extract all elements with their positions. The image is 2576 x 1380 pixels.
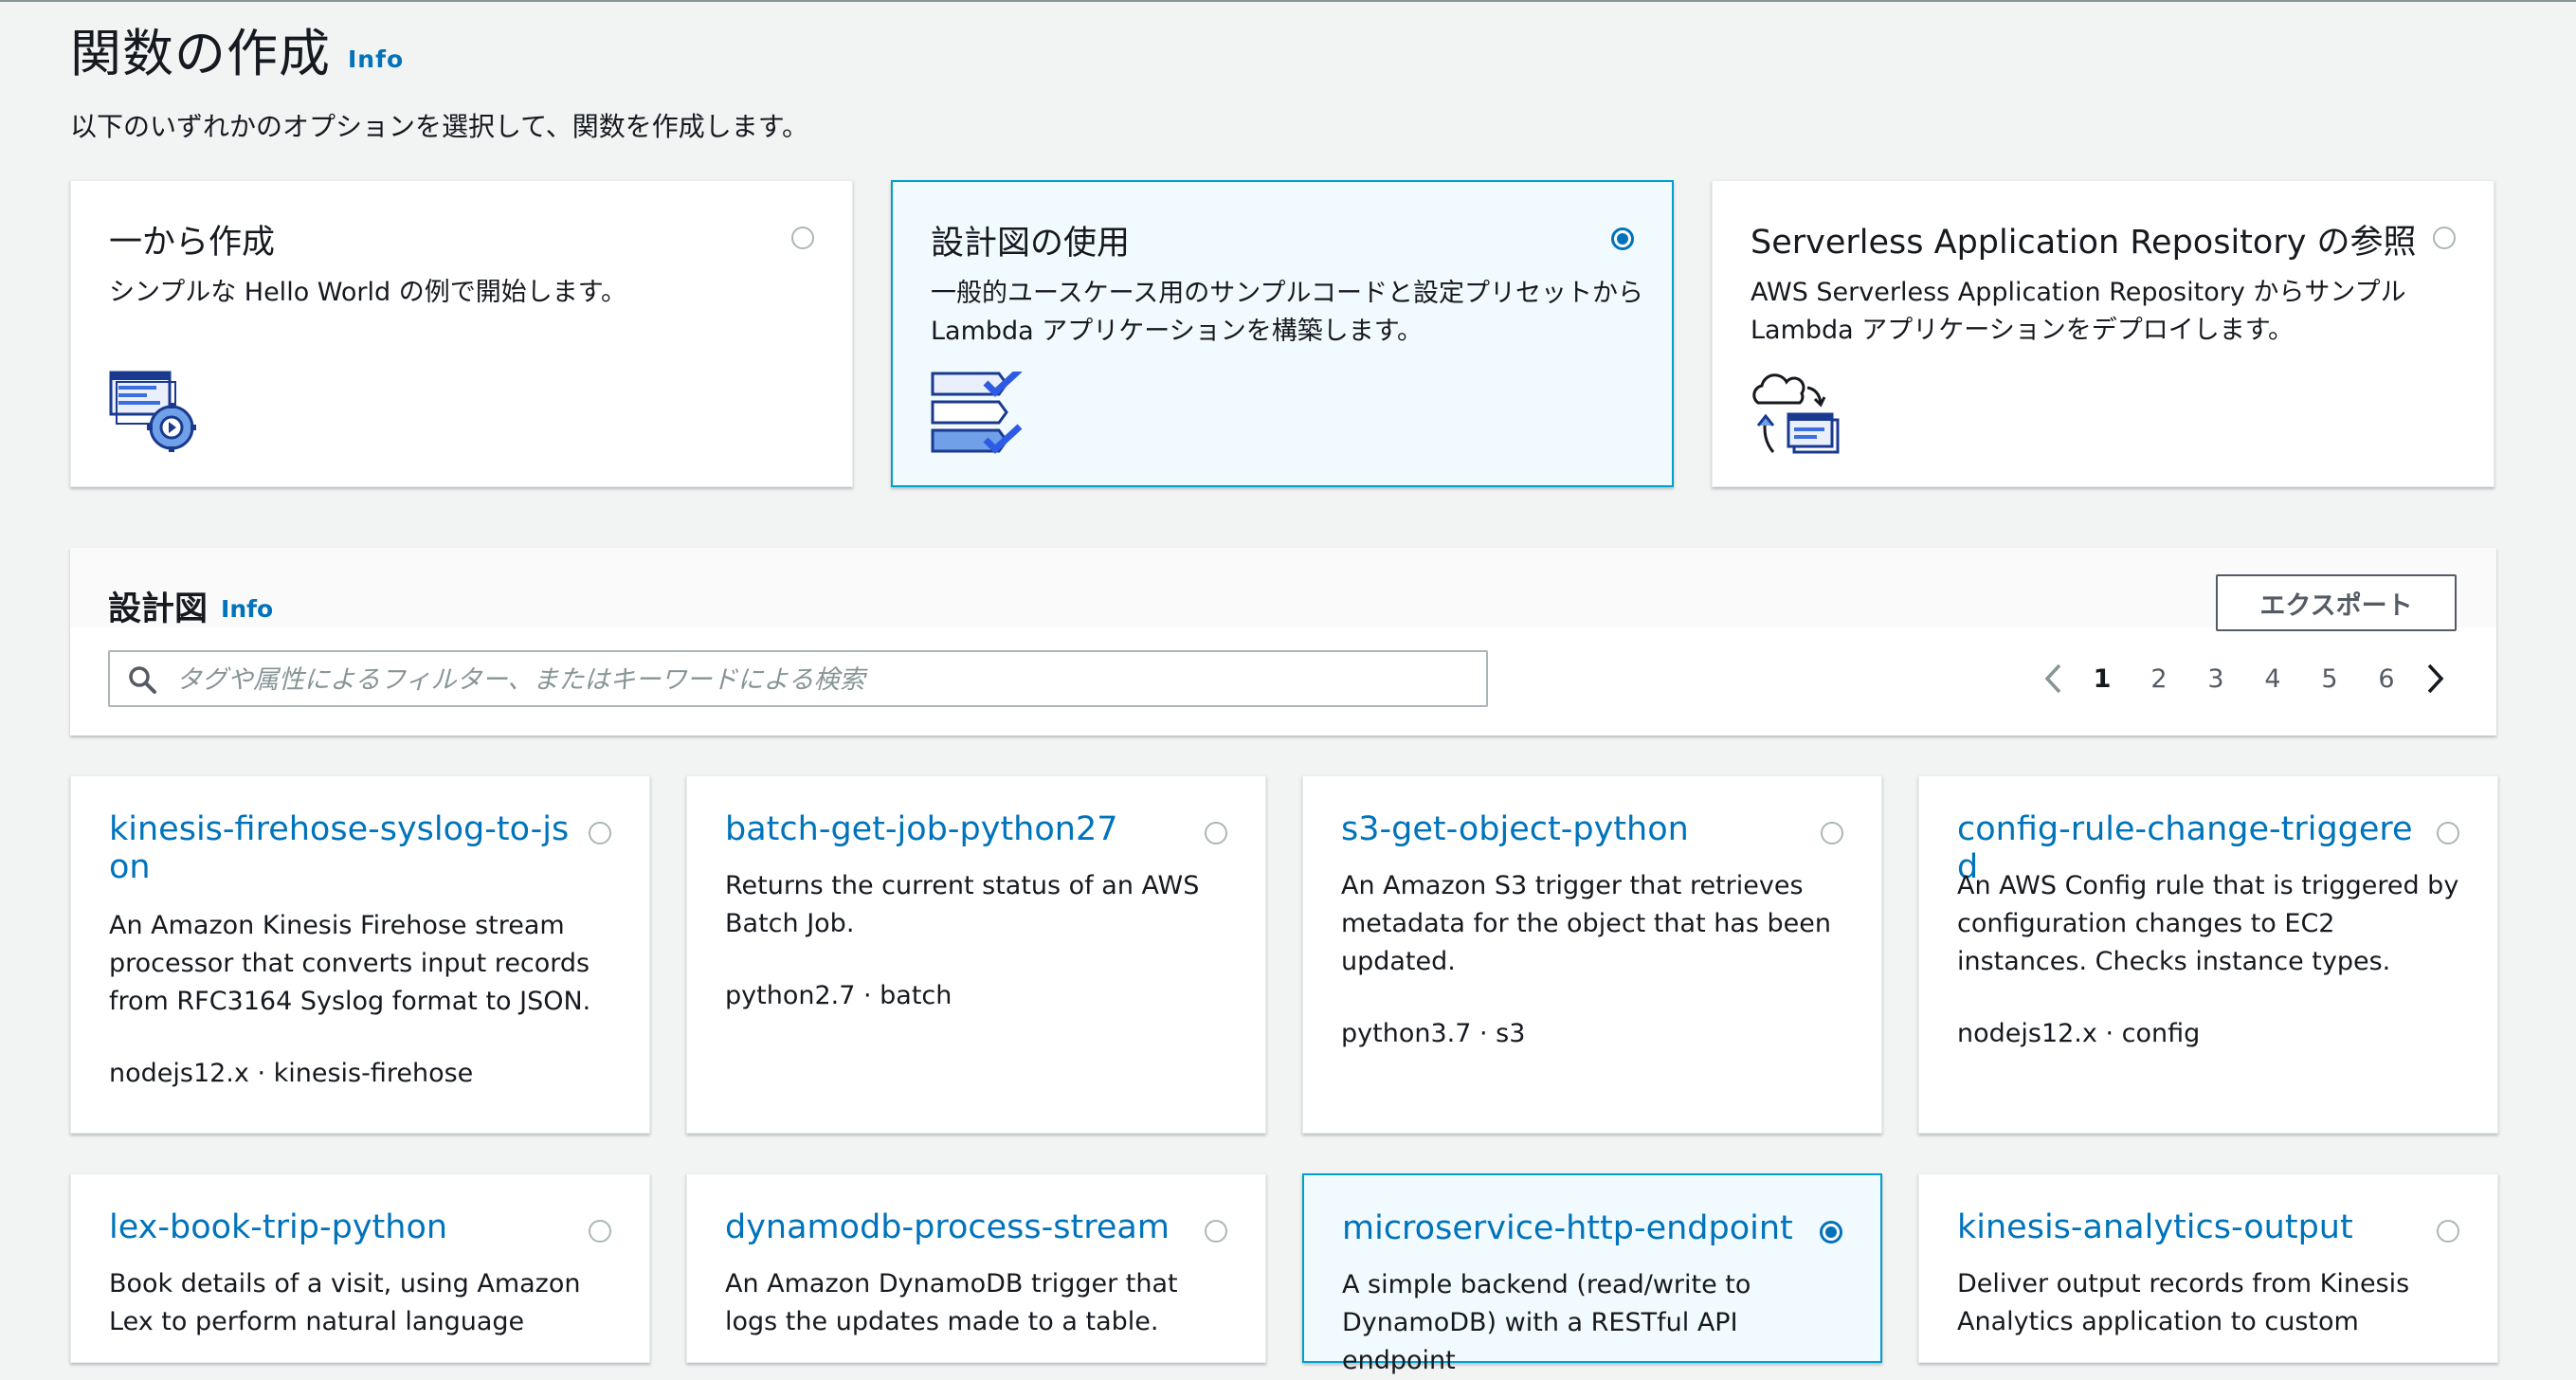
blueprint-title[interactable]: kinesis-firehose-syslog-to-json xyxy=(109,810,583,886)
blueprint-card[interactable]: s3-get-object-python An Amazon S3 trigge… xyxy=(1302,775,1882,1134)
search-icon xyxy=(129,666,156,694)
blueprint-card-selected[interactable]: microservice-http-endpoint A simple back… xyxy=(1302,1173,1882,1375)
blueprint-title[interactable]: s3-get-object-python xyxy=(1341,810,1815,848)
panel-title: 設計図 Info xyxy=(108,582,273,630)
option-radio[interactable] xyxy=(791,227,814,249)
blueprint-title[interactable]: batch-get-job-python27 xyxy=(725,810,1199,848)
blueprint-description: Returns the current status of an AWS Bat… xyxy=(725,871,1200,938)
option-title: 一から作成 xyxy=(109,224,276,262)
blueprints-panel: 設計図 Info エクスポート 1 2 3 4 5 6 xyxy=(70,548,2496,735)
blueprint-radio[interactable] xyxy=(2437,822,2459,844)
blueprint-description: An Amazon S3 trigger that retrieves meta… xyxy=(1341,871,1832,976)
page-2-button[interactable]: 2 xyxy=(2131,664,2187,694)
page-description: 以下のいずれかのオプションを選択して、関数を作成します。 xyxy=(70,111,808,142)
option-use-blueprint[interactable]: 設計図の使用 一般的ユースケース用のサンプルコードと設定プリセットから Lamb… xyxy=(891,180,1674,487)
blueprint-card[interactable]: kinesis-firehose-syslog-to-json An Amazo… xyxy=(70,775,650,1134)
blueprint-card[interactable]: kinesis-analytics-output Deliver output … xyxy=(1918,1173,2498,1363)
blueprint-tags: python3.7 · s3 xyxy=(1341,1019,1526,1048)
page-4-button[interactable]: 4 xyxy=(2244,664,2301,694)
blueprint-title[interactable]: lex-book-trip-python xyxy=(109,1208,583,1246)
chevron-left-icon xyxy=(2044,663,2061,694)
blueprint-title[interactable]: microservice-http-endpoint xyxy=(1342,1209,1816,1247)
option-description: シンプルな Hello World の例で開始します。 xyxy=(109,278,627,307)
blueprint-radio[interactable] xyxy=(1205,1220,1227,1243)
blueprint-tags: nodejs12.x · kinesis-firehose xyxy=(109,1059,474,1088)
pagination: 1 2 3 4 5 6 xyxy=(2032,654,2457,703)
blueprint-description: An Amazon Kinesis Firehose stream proces… xyxy=(109,911,591,1016)
blueprint-description: Book details of a visit, using Amazon Le… xyxy=(109,1269,581,1336)
search-field[interactable] xyxy=(108,650,1488,707)
page-title-text: 関数の作成 xyxy=(70,24,331,83)
code-gear-icon xyxy=(109,371,196,452)
blueprint-description: An Amazon DynamoDB trigger that logs the… xyxy=(725,1269,1178,1336)
chevron-right-icon xyxy=(2427,663,2444,694)
option-title: 設計図の使用 xyxy=(931,225,1131,263)
blueprint-tags: nodejs12.x · config xyxy=(1957,1019,2201,1048)
blueprint-radio[interactable] xyxy=(589,822,611,844)
blueprint-card[interactable]: batch-get-job-python27 Returns the curre… xyxy=(686,775,1266,1134)
checklist-icon xyxy=(931,372,1023,454)
blueprint-title[interactable]: dynamodb-process-stream xyxy=(725,1208,1199,1246)
page-title: 関数の作成 Info xyxy=(70,11,404,86)
blueprint-card[interactable]: config-rule-change-triggered An AWS Conf… xyxy=(1918,775,2498,1134)
export-button[interactable]: エクスポート xyxy=(2216,574,2457,631)
page-1-button[interactable]: 1 xyxy=(2074,664,2131,694)
blueprint-radio[interactable] xyxy=(2437,1220,2459,1243)
page-6-button[interactable]: 6 xyxy=(2358,664,2415,694)
blueprint-card[interactable]: dynamodb-process-stream An Amazon Dynamo… xyxy=(686,1173,1266,1363)
option-description: 一般的ユースケース用のサンプルコードと設定プリセットから Lambda アプリケ… xyxy=(931,279,1643,346)
option-radio[interactable] xyxy=(2433,227,2456,249)
panel-title-text: 設計図 xyxy=(108,590,209,628)
panel-info-link[interactable]: Info xyxy=(221,595,273,623)
option-author-from-scratch[interactable]: 一から作成 シンプルな Hello World の例で開始します。 xyxy=(70,180,853,487)
blueprint-description: A simple backend (read/write to DynamoDB… xyxy=(1342,1270,1751,1375)
page-info-link[interactable]: Info xyxy=(348,45,404,73)
panel-header xyxy=(70,548,2496,627)
top-border xyxy=(0,0,2576,2)
option-browse-serverless-repo[interactable]: Serverless Application Repository の参照 AW… xyxy=(1712,180,2494,487)
blueprint-radio[interactable] xyxy=(1821,822,1843,844)
cloud-deploy-icon xyxy=(1752,373,1840,454)
option-title: Serverless Application Repository の参照 xyxy=(1751,224,2417,262)
blueprint-tags: python2.7 · batch xyxy=(725,981,952,1010)
blueprint-description: Deliver output records from Kinesis Anal… xyxy=(1957,1269,2410,1336)
blueprint-title[interactable]: kinesis-analytics-output xyxy=(1957,1208,2431,1246)
blueprint-description: An AWS Config rule that is triggered by … xyxy=(1957,871,2459,976)
page-3-button[interactable]: 3 xyxy=(2187,664,2244,694)
next-page-button[interactable] xyxy=(2415,654,2457,703)
blueprint-card[interactable]: lex-book-trip-python Book details of a v… xyxy=(70,1173,650,1363)
option-description: AWS Serverless Application Repository から… xyxy=(1751,278,2406,345)
page-5-button[interactable]: 5 xyxy=(2301,664,2358,694)
search-input[interactable] xyxy=(174,656,1467,703)
blueprint-radio[interactable] xyxy=(1820,1221,1842,1244)
option-radio[interactable] xyxy=(1611,227,1634,250)
blueprint-radio[interactable] xyxy=(1205,822,1227,844)
previous-page-button[interactable] xyxy=(2032,654,2074,703)
blueprint-radio[interactable] xyxy=(589,1220,611,1243)
